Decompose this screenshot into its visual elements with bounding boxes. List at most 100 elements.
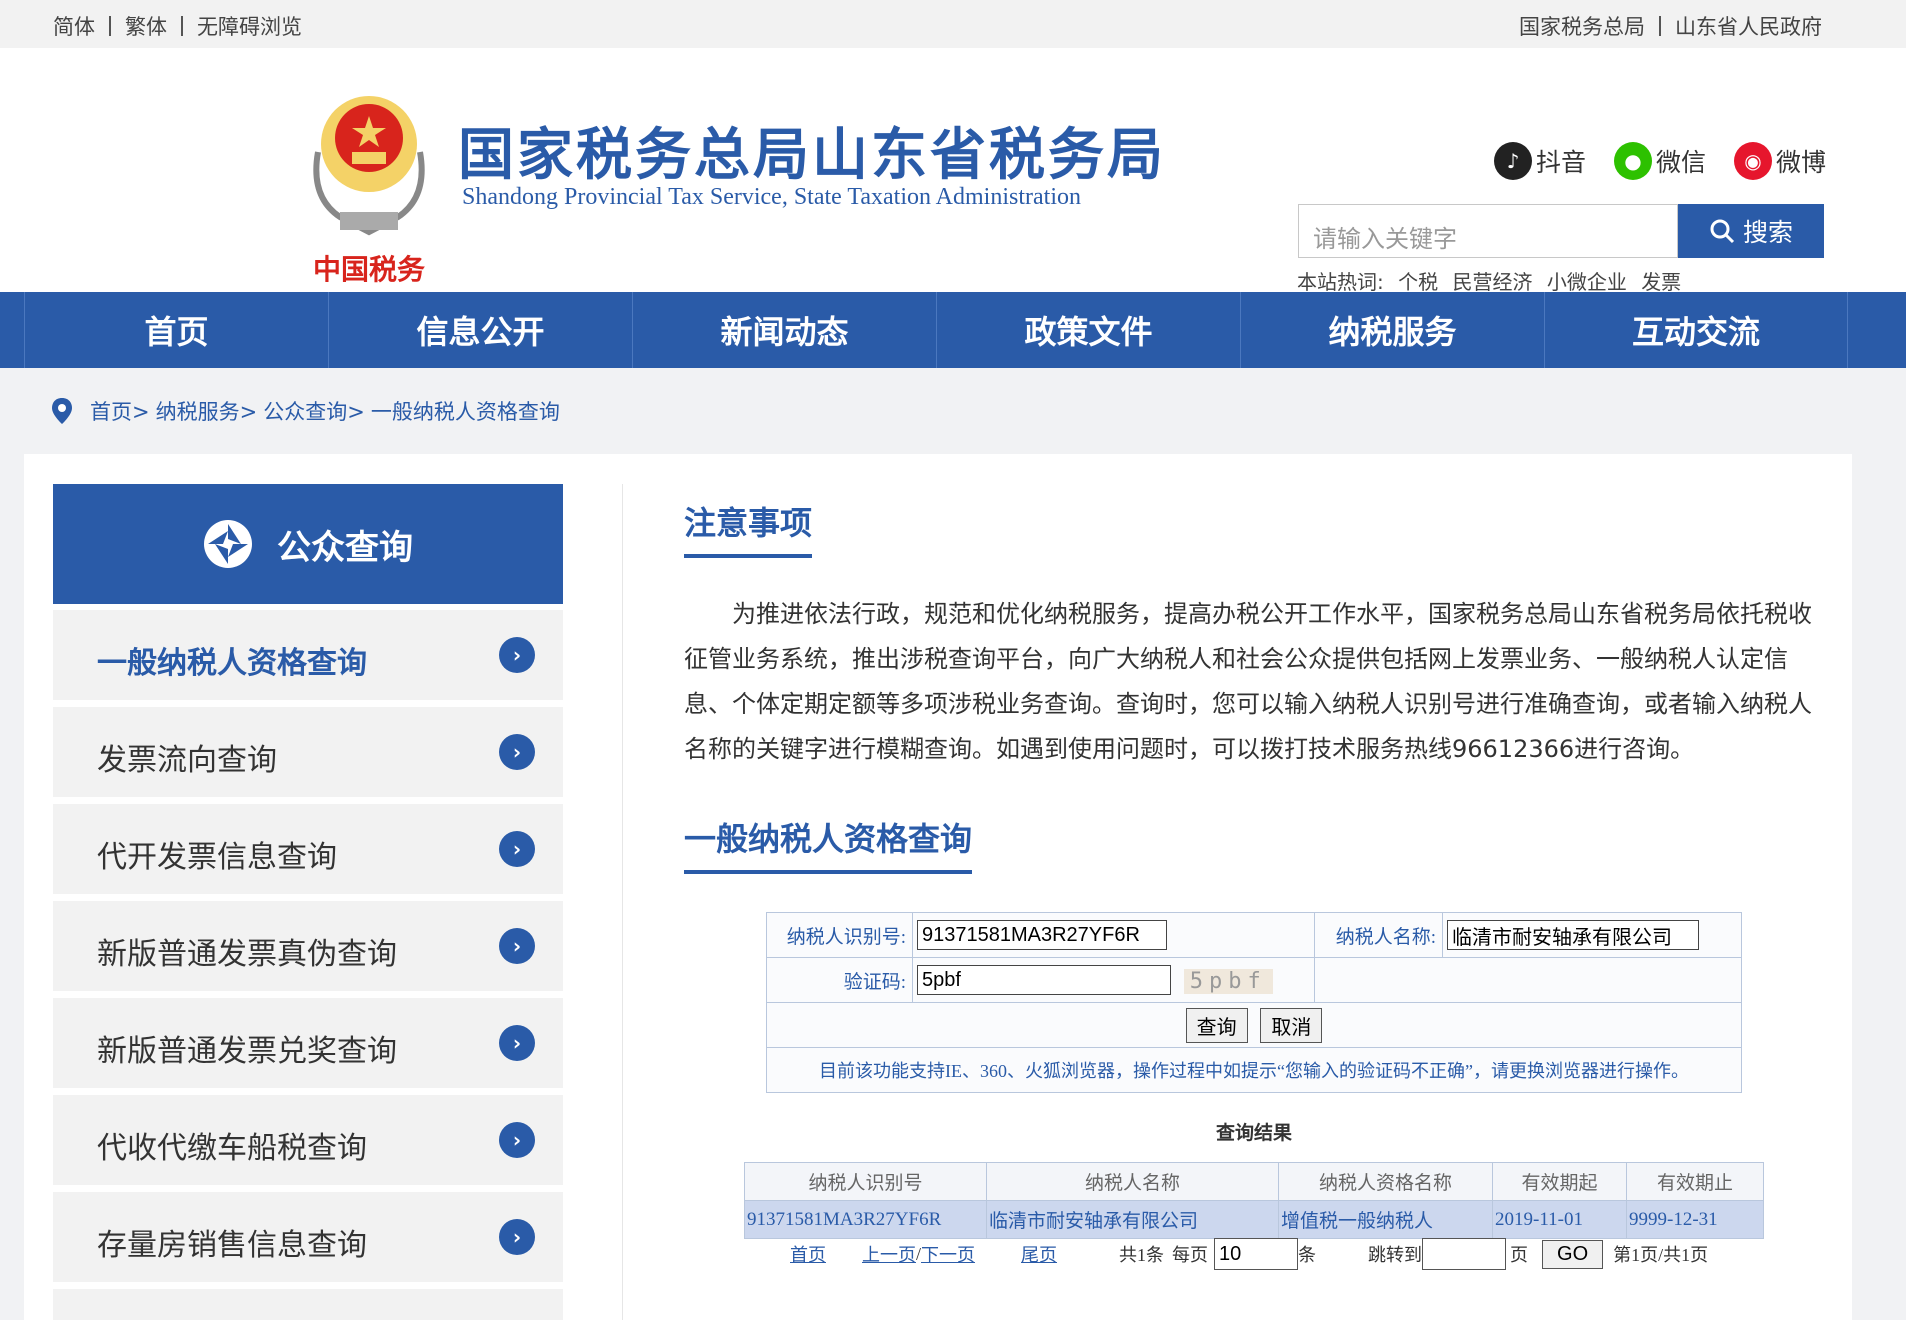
breadcrumb: 首页> 纳税服务> 公众查询> 一般纳税人资格查询	[50, 396, 566, 426]
douyin-label: 抖音	[1536, 148, 1587, 177]
query-form: 纳税人识别号: 纳税人名称: 验证码: 5pbf 查询 取消 目前该功能支持IE…	[766, 912, 1742, 1093]
taxpayer-name-input[interactable]	[1447, 920, 1699, 950]
column-header: 纳税人识别号	[744, 1162, 987, 1201]
nav-item-tax-service[interactable]: 纳税服务	[1240, 292, 1544, 368]
captcha-image[interactable]: 5pbf	[1183, 968, 1273, 994]
search-button[interactable]: 搜索	[1678, 204, 1824, 258]
sidebar-item-proxy-invoice[interactable]: 代开发票信息查询 ›	[53, 804, 563, 894]
sidebar-item-label: 发票流向查询	[97, 743, 277, 778]
site-subtitle: Shandong Provincial Tax Service, State T…	[462, 184, 1081, 210]
douyin-link[interactable]: ♪ 抖音	[1494, 142, 1586, 180]
pager-total: 共1条	[1119, 1245, 1165, 1265]
hotword-link[interactable]: 个税	[1398, 270, 1438, 294]
jump-label: 跳转到	[1368, 1245, 1423, 1265]
sidebar-item-label: 代开发票信息查询	[97, 840, 337, 875]
table-cell: 增值税一般纳税人	[1278, 1200, 1493, 1239]
sidebar-item-vehicle-tax[interactable]: 代收代缴车船税查询 ›	[53, 1095, 563, 1185]
chevron-right-icon: ›	[499, 734, 535, 770]
chevron-right-icon: ›	[499, 1122, 535, 1158]
column-header: 纳税人名称	[986, 1162, 1279, 1201]
pager-first[interactable]: 首页	[790, 1241, 826, 1267]
table-cell: 9999-12-31	[1626, 1200, 1764, 1239]
column-header: 有效期起	[1492, 1162, 1627, 1201]
sidebar-item-invoice-lottery[interactable]: 新版普通发票兑奖查询 ›	[53, 998, 563, 1088]
table-row: 91371581MA3R27YF6R 临清市耐安轴承有限公司 增值税一般纳税人 …	[744, 1200, 1764, 1239]
pager-last[interactable]: 尾页	[1021, 1241, 1057, 1267]
sidebar-item-label: 新版普通发票兑奖查询	[97, 1034, 397, 1069]
breadcrumb-tax-service[interactable]: 纳税服务>	[156, 396, 258, 426]
browser-note: 目前该功能支持IE、360、火狐浏览器，操作过程中如提示“您输入的验证码不正确”…	[766, 1047, 1742, 1093]
pager-prev[interactable]: 上一页	[862, 1241, 916, 1267]
breadcrumb-home[interactable]: 首页>	[90, 396, 150, 426]
sidebar-item-label: 存量房销售信息查询	[97, 1228, 367, 1263]
column-header: 有效期止	[1626, 1162, 1764, 1201]
breadcrumb-public-query[interactable]: 公众查询>	[263, 396, 365, 426]
nav-item-home[interactable]: 首页	[24, 292, 328, 368]
go-button[interactable]: GO	[1542, 1239, 1604, 1269]
taxpayer-name-label: 纳税人名称:	[1314, 912, 1443, 958]
nav-item-interaction[interactable]: 互动交流	[1544, 292, 1848, 368]
breadcrumb-current: 一般纳税人资格查询	[370, 400, 560, 424]
captcha-input[interactable]	[917, 965, 1171, 995]
chevron-right-icon: ›	[499, 1025, 535, 1061]
weibo-label: 微博	[1776, 148, 1827, 177]
jump-page-input[interactable]	[1422, 1238, 1507, 1270]
top-bar: 简体 繁体 无障碍浏览 国家税务总局 山东省人民政府	[0, 0, 1906, 48]
weibo-link[interactable]: ◉ 微博	[1734, 142, 1826, 180]
content-panel: 公众查询 一般纳税人资格查询 › 发票流向查询 › 代开发票信息查询 › 新版普…	[24, 454, 1852, 1320]
sidebar-header: 公众查询	[53, 484, 563, 604]
sta-link[interactable]: 国家税务总局	[1519, 11, 1645, 41]
hot-words: 本站热词: 个税 民营经济 小微企业 发票	[1297, 266, 1689, 295]
weibo-icon: ◉	[1734, 142, 1772, 180]
search-input[interactable]: 请输入关键字	[1298, 204, 1678, 258]
nav-item-policy[interactable]: 政策文件	[936, 292, 1240, 368]
sidebar-item-label: 新版普通发票真伪查询	[97, 937, 397, 972]
emblem-text: 中国税务	[313, 253, 425, 286]
page-info: 第1页/共1页	[1613, 1245, 1709, 1265]
sidebar-item-partial[interactable]	[53, 1289, 563, 1320]
per-page-input[interactable]	[1214, 1238, 1299, 1270]
traditional-link[interactable]: 繁体	[125, 11, 167, 41]
divider	[1659, 16, 1661, 36]
divider	[181, 16, 183, 36]
wechat-link[interactable]: ● 微信	[1614, 142, 1706, 180]
sidebar-item-invoice-authenticity[interactable]: 新版普通发票真伪查询 ›	[53, 901, 563, 991]
notice-body: 为推进依法行政，规范和优化纳税服务，提高办税公开工作水平，国家税务总局山东省税务…	[684, 600, 1812, 763]
sidebar-item-housing-sales[interactable]: 存量房销售信息查询 ›	[53, 1192, 563, 1282]
hotword-link[interactable]: 小微企业	[1547, 270, 1627, 294]
douyin-icon: ♪	[1494, 142, 1532, 180]
hotword-link[interactable]: 发票	[1641, 270, 1681, 294]
query-button[interactable]: 查询	[1185, 1007, 1248, 1043]
cancel-button[interactable]: 取消	[1260, 1007, 1323, 1043]
search-icon	[1710, 219, 1735, 244]
taxpayer-id-input[interactable]	[917, 920, 1167, 950]
public-query-icon	[204, 520, 252, 568]
table-cell: 临清市耐安轴承有限公司	[986, 1200, 1279, 1239]
chevron-right-icon: ›	[499, 831, 535, 867]
tax-emblem-logo[interactable]: 中国税务	[300, 82, 438, 292]
shandong-gov-link[interactable]: 山东省人民政府	[1675, 11, 1822, 41]
per-page-label: 每页	[1172, 1245, 1209, 1265]
nav-item-news[interactable]: 新闻动态	[632, 292, 936, 368]
nav-item-info-disclosure[interactable]: 信息公开	[328, 292, 632, 368]
sidebar-item-general-taxpayer[interactable]: 一般纳税人资格查询 ›	[53, 610, 563, 700]
divider	[622, 484, 623, 1320]
sidebar-item-label: 一般纳税人资格查询	[97, 646, 367, 681]
table-cell: 2019-11-01	[1492, 1200, 1627, 1239]
results-table: 纳税人识别号 纳税人名称 纳税人资格名称 有效期起 有效期止 91371581M…	[744, 1162, 1764, 1239]
simplified-link[interactable]: 简体	[53, 11, 95, 41]
captcha-label: 验证码:	[766, 957, 913, 1003]
sidebar-item-invoice-flow[interactable]: 发票流向查询 ›	[53, 707, 563, 797]
per-page-unit: 条	[1298, 1245, 1317, 1265]
hotword-link[interactable]: 民营经济	[1452, 270, 1532, 294]
chevron-right-icon: ›	[499, 637, 535, 673]
accessibility-link[interactable]: 无障碍浏览	[197, 11, 302, 41]
sidebar-title: 公众查询	[277, 527, 413, 568]
hotwords-label: 本站热词:	[1297, 270, 1384, 294]
table-cell: 91371581MA3R27YF6R	[744, 1200, 987, 1239]
divider	[109, 16, 111, 36]
pager-next[interactable]: 下一页	[921, 1241, 975, 1267]
notice-title: 注意事项	[684, 498, 813, 558]
site-header: 中国税务 国家税务总局山东省税务局 Shandong Provincial Ta…	[0, 48, 1906, 295]
taxpayer-id-label: 纳税人识别号:	[766, 912, 913, 958]
